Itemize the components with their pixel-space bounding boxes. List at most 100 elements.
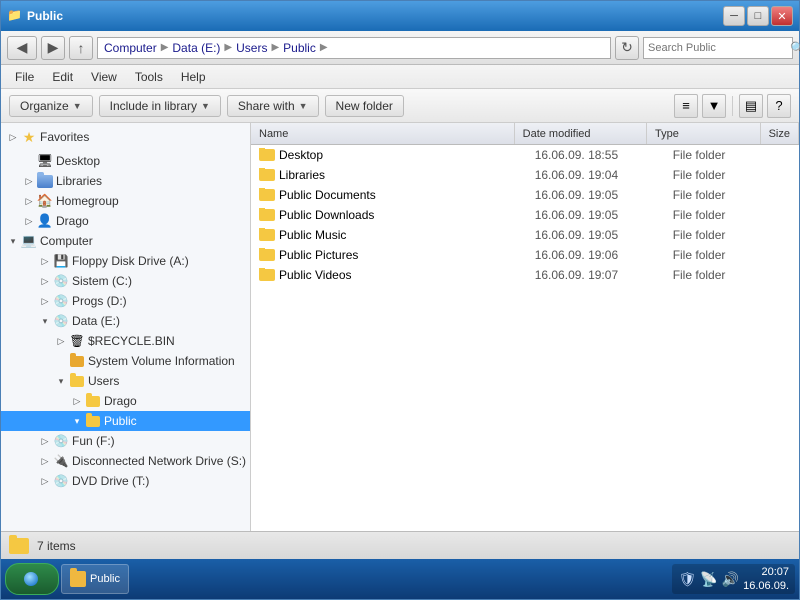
antivirus-icon: 🛡 xyxy=(678,571,696,588)
menu-file[interactable]: File xyxy=(7,68,42,86)
drago2-icon xyxy=(85,393,101,409)
sistem-expand[interactable]: ▷ xyxy=(37,273,53,289)
public-label: Public xyxy=(104,414,137,428)
share-button[interactable]: Share with ▼ xyxy=(227,95,319,117)
sidebar-item-progs[interactable]: ▷ 💿 Progs (D:) xyxy=(1,291,250,311)
file-cell-type: File folder xyxy=(665,148,783,162)
taskbar-explorer-button[interactable]: Public xyxy=(61,564,129,594)
search-input[interactable] xyxy=(648,42,790,54)
dvd-icon: 💿 xyxy=(53,473,69,489)
drago2-expand[interactable]: ▷ xyxy=(69,393,85,409)
sidebar-item-homegroup[interactable]: ▷ 🏠 Homegroup xyxy=(1,191,250,211)
forward-button[interactable]: ▶ xyxy=(41,36,65,60)
preview-pane-button[interactable]: ▤ xyxy=(739,94,763,118)
data-expand[interactable]: ▾ xyxy=(37,313,53,329)
file-folder-icon xyxy=(259,209,275,221)
sidebar-item-sysvolinfo[interactable]: System Volume Information xyxy=(1,351,250,371)
drago-expand[interactable]: ▷ xyxy=(21,213,37,229)
sidebar-item-sistem[interactable]: ▷ 💿 Sistem (C:) xyxy=(1,271,250,291)
sidebar-item-fun[interactable]: ▷ 💿 Fun (F:) xyxy=(1,431,250,451)
volume-icon[interactable]: 🔊 xyxy=(722,571,739,588)
title-buttons: ─ □ ✕ xyxy=(723,6,793,26)
path-data[interactable]: Data (E:) xyxy=(172,41,220,55)
include-library-button[interactable]: Include in library ▼ xyxy=(99,95,221,117)
sidebar-item-libraries[interactable]: ▷ Libraries xyxy=(1,171,250,191)
file-row[interactable]: Desktop 16.06.09. 18:55 File folder xyxy=(251,145,799,165)
organize-label: Organize xyxy=(20,99,69,113)
view-toggle-button[interactable]: ▼ xyxy=(702,94,726,118)
sistem-icon: 💿 xyxy=(53,273,69,289)
view-details-button[interactable]: ≡ xyxy=(674,94,698,118)
libraries-expand[interactable]: ▷ xyxy=(21,173,37,189)
file-cell-type: File folder xyxy=(665,188,783,202)
progs-icon: 💿 xyxy=(53,293,69,309)
file-row[interactable]: Public Music 16.06.09. 19:05 File folder xyxy=(251,225,799,245)
sidebar-item-drago2[interactable]: ▷ Drago xyxy=(1,391,250,411)
col-header-type[interactable]: Type xyxy=(647,123,761,144)
path-users[interactable]: Users xyxy=(236,41,267,55)
sysvolinfo-icon xyxy=(69,353,85,369)
sidebar-item-recycle[interactable]: ▷ 🗑 $RECYCLE.BIN xyxy=(1,331,250,351)
sidebar-item-dvd[interactable]: ▷ 💿 DVD Drive (T:) xyxy=(1,471,250,491)
window-icon: 📁 xyxy=(7,8,23,24)
col-header-name[interactable]: Name xyxy=(251,123,515,144)
sidebar-item-public[interactable]: ▾ Public xyxy=(1,411,250,431)
file-list-area: Name Date modified Type Size Desktop 16. xyxy=(251,123,799,531)
help-button[interactable]: ? xyxy=(767,94,791,118)
taskbar-tray: 🛡 📡 🔊 20:07 16.06.09. xyxy=(672,564,795,594)
disconnected-expand[interactable]: ▷ xyxy=(37,453,53,469)
file-folder-icon xyxy=(259,229,275,241)
fun-expand[interactable]: ▷ xyxy=(37,433,53,449)
file-row[interactable]: Public Videos 16.06.09. 19:07 File folde… xyxy=(251,265,799,285)
window-title: Public xyxy=(27,9,63,23)
file-name: Public Pictures xyxy=(279,248,358,262)
search-icon[interactable]: 🔍 xyxy=(790,41,800,55)
file-row[interactable]: Public Downloads 16.06.09. 19:05 File fo… xyxy=(251,205,799,225)
users-icon xyxy=(69,373,85,389)
new-folder-button[interactable]: New folder xyxy=(325,95,404,117)
recycle-expand[interactable]: ▷ xyxy=(53,333,69,349)
sidebar-item-users[interactable]: ▾ Users xyxy=(1,371,250,391)
dvd-expand[interactable]: ▷ xyxy=(37,473,53,489)
menu-tools[interactable]: Tools xyxy=(127,68,171,86)
file-row[interactable]: Libraries 16.06.09. 19:04 File folder xyxy=(251,165,799,185)
menu-edit[interactable]: Edit xyxy=(44,68,81,86)
path-computer[interactable]: Computer xyxy=(104,41,157,55)
start-button[interactable] xyxy=(5,563,59,595)
menu-help[interactable]: Help xyxy=(173,68,214,86)
minimize-button[interactable]: ─ xyxy=(723,6,745,26)
tray-time: 20:07 xyxy=(743,565,789,579)
progs-expand[interactable]: ▷ xyxy=(37,293,53,309)
organize-button[interactable]: Organize ▼ xyxy=(9,95,93,117)
sidebar-item-data[interactable]: ▾ 💿 Data (E:) xyxy=(1,311,250,331)
menu-view[interactable]: View xyxy=(83,68,125,86)
col-header-size[interactable]: Size xyxy=(761,123,799,144)
favorites-expand[interactable]: ▷ xyxy=(5,129,21,145)
users-expand[interactable]: ▾ xyxy=(53,373,69,389)
public-expand[interactable]: ▾ xyxy=(69,413,85,429)
sidebar-item-floppy[interactable]: ▷ 💾 Floppy Disk Drive (A:) xyxy=(1,251,250,271)
floppy-expand[interactable]: ▷ xyxy=(37,253,53,269)
close-button[interactable]: ✕ xyxy=(771,6,793,26)
libraries-icon xyxy=(37,173,53,189)
sidebar-item-favorites[interactable]: ▷ ★ Favorites xyxy=(1,127,250,147)
sidebar-item-drago-user[interactable]: ▷ 👤 Drago xyxy=(1,211,250,231)
address-path[interactable]: Computer ▶ Data (E:) ▶ Users ▶ Public ▶ xyxy=(97,37,611,59)
refresh-button[interactable]: ↻ xyxy=(615,36,639,60)
desktop-icon: 🖥 xyxy=(37,153,53,169)
computer-expand[interactable]: ▾ xyxy=(5,233,21,249)
back-button[interactable]: ◀ xyxy=(7,36,37,60)
up-button[interactable]: ↑ xyxy=(69,36,93,60)
sidebar-item-disconnected[interactable]: ▷ 🔌 Disconnected Network Drive (S:) xyxy=(1,451,250,471)
file-row[interactable]: Public Pictures 16.06.09. 19:06 File fol… xyxy=(251,245,799,265)
homegroup-expand[interactable]: ▷ xyxy=(21,193,37,209)
drago-label: Drago xyxy=(56,214,89,228)
sidebar-item-computer[interactable]: ▾ 💻 Computer xyxy=(1,231,250,251)
path-public[interactable]: Public xyxy=(283,41,316,55)
search-box[interactable]: 🔍 xyxy=(643,37,793,59)
maximize-button[interactable]: □ xyxy=(747,6,769,26)
col-header-date[interactable]: Date modified xyxy=(515,123,647,144)
file-row[interactable]: Public Documents 16.06.09. 19:05 File fo… xyxy=(251,185,799,205)
sidebar-item-desktop[interactable]: 🖥 Desktop xyxy=(1,151,250,171)
fun-icon: 💿 xyxy=(53,433,69,449)
